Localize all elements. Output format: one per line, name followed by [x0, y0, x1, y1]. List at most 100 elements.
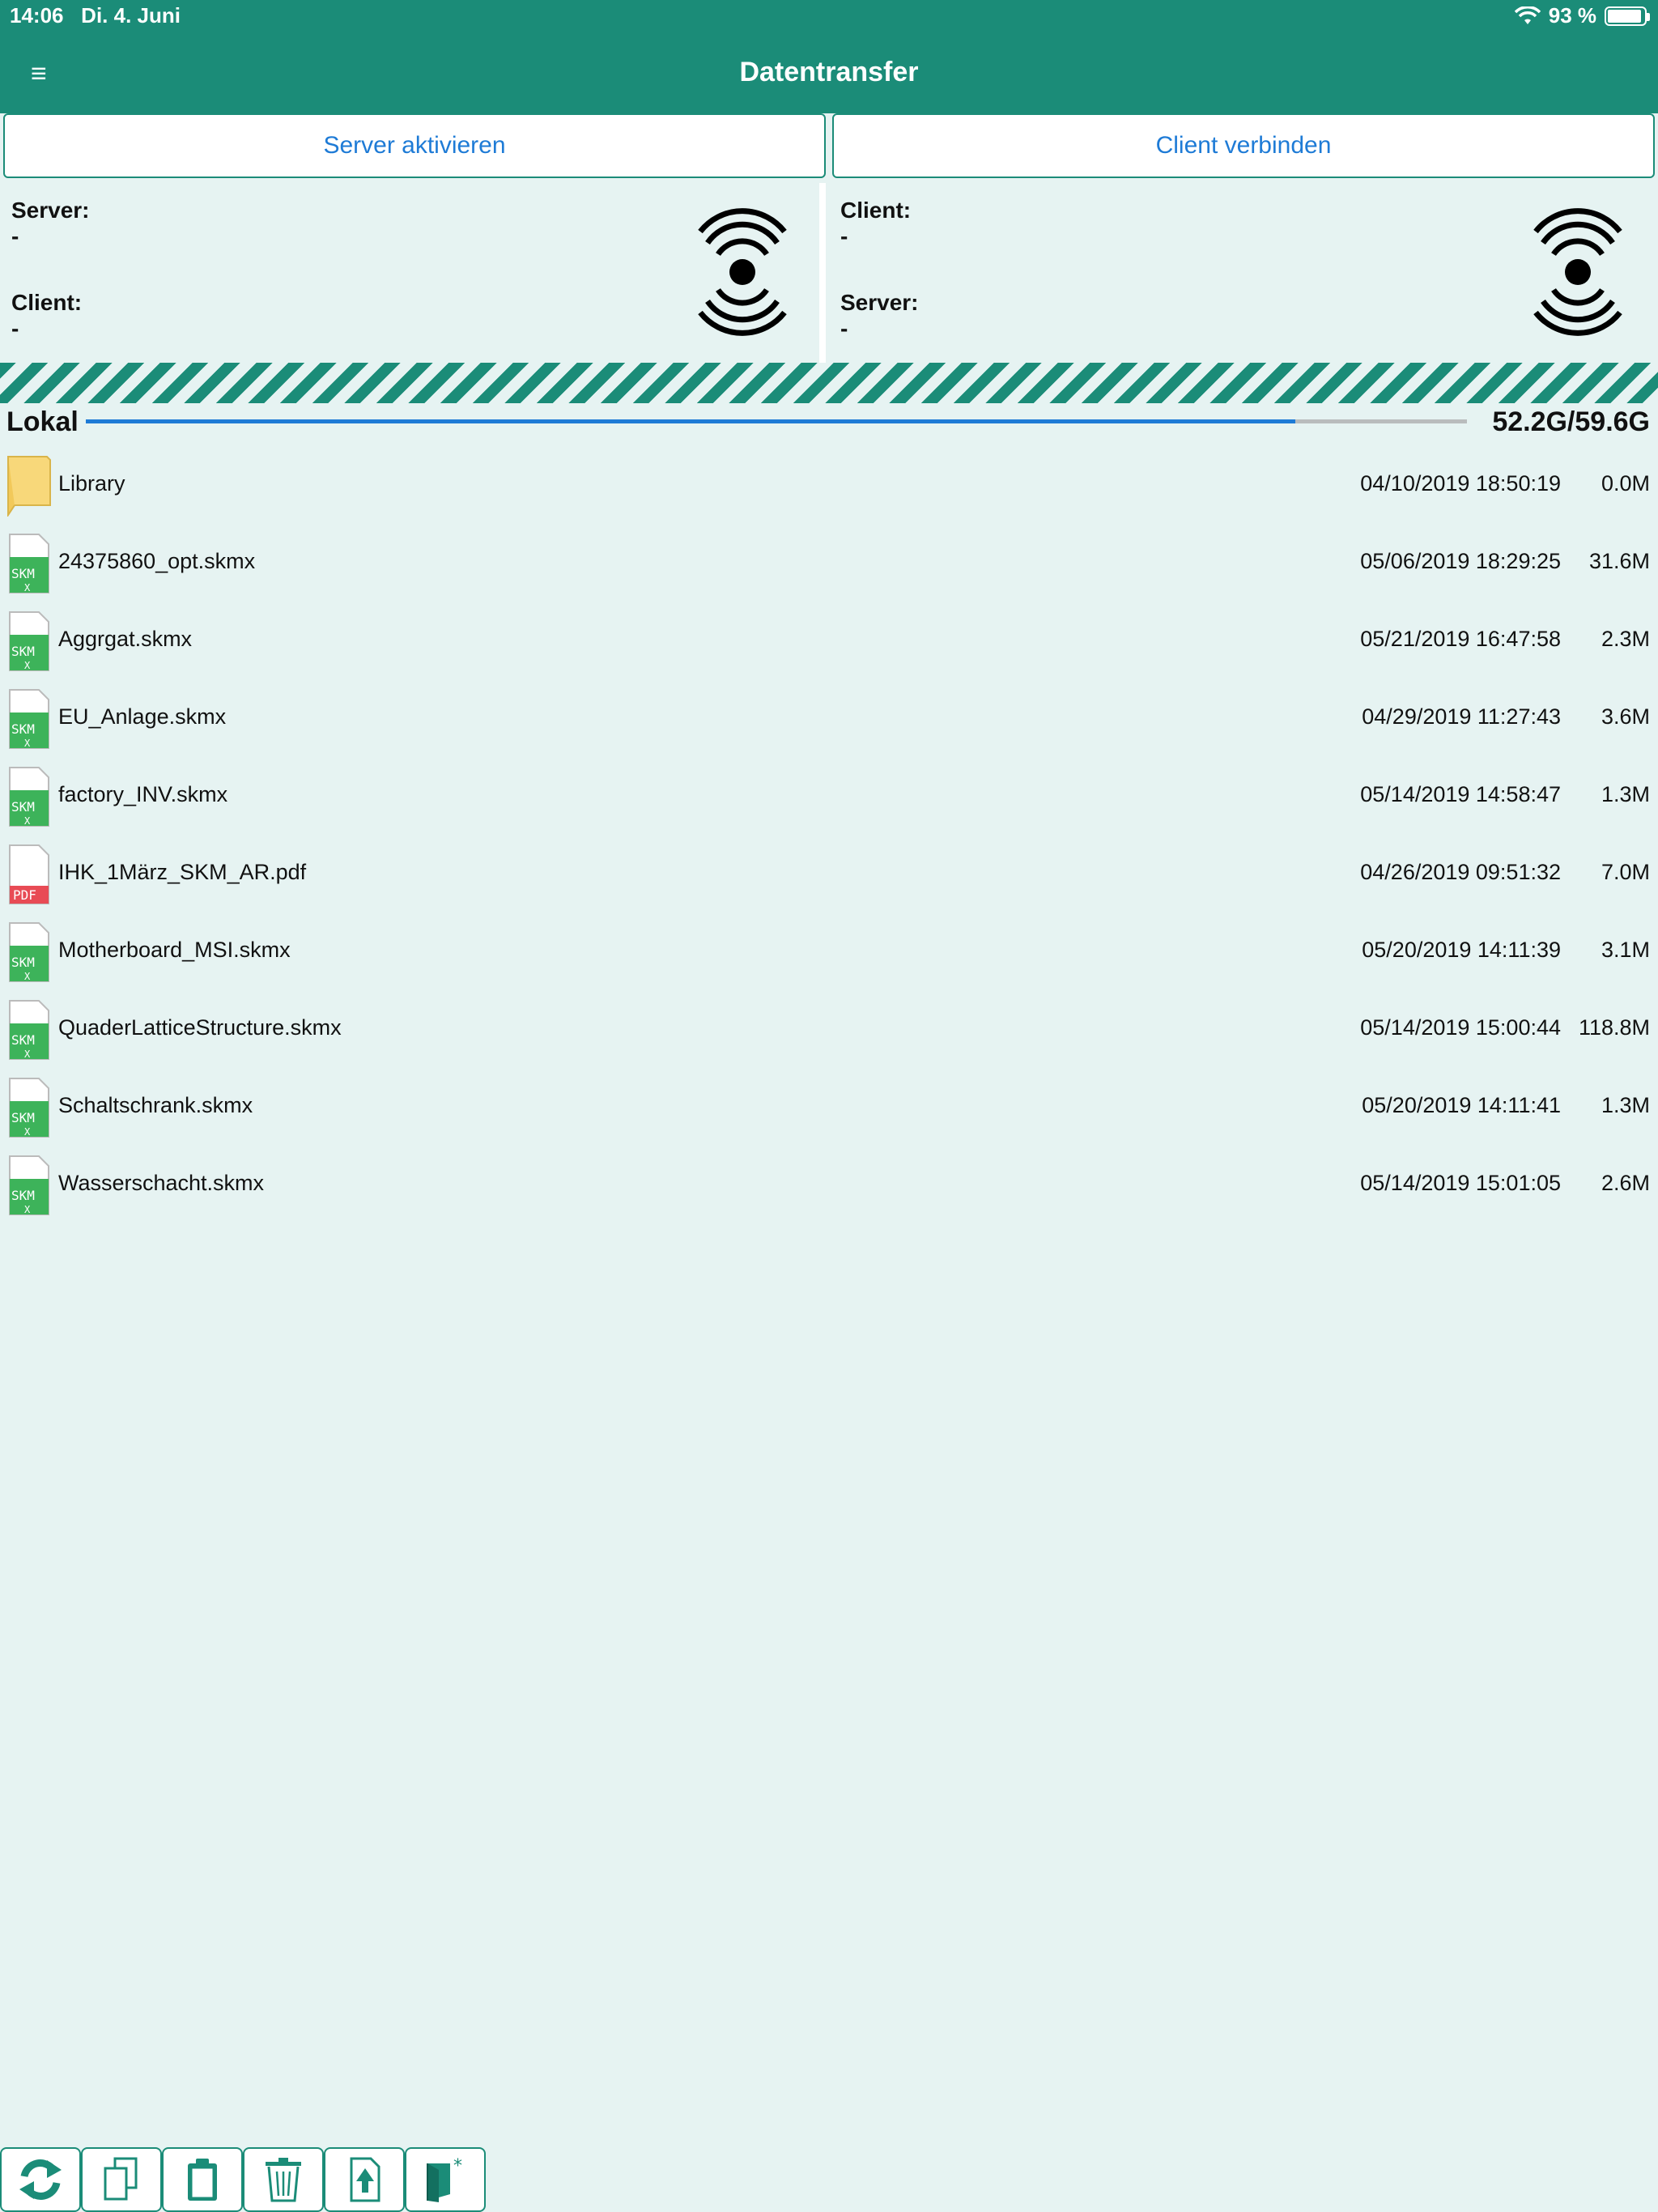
file-date: 05/06/2019 18:29:25: [1360, 549, 1561, 573]
status-right: 93 %: [1514, 3, 1650, 28]
file-size: 31.6M: [1588, 549, 1650, 573]
file-size: 1.3M: [1601, 1093, 1650, 1117]
file-size: 118.8M: [1578, 1015, 1650, 1040]
bottom-toolbar: *: [0, 2147, 486, 2212]
file-date: 04/29/2019 11:27:43: [1362, 704, 1561, 729]
file-name: Motherboard_MSI.skmx: [58, 938, 291, 962]
storage-usage-fill: [86, 419, 1296, 423]
storage-label: Lokal: [6, 406, 79, 437]
refresh-icon: [19, 2159, 62, 2200]
skm-file-icon: SKMX: [9, 1078, 49, 1138]
paste-icon: [188, 2159, 217, 2201]
svg-text:SKM: SKM: [11, 644, 35, 659]
server-value: -: [840, 316, 848, 341]
svg-text:SKM: SKM: [11, 799, 35, 815]
page-title: Datentransfer: [739, 57, 919, 87]
file-row[interactable]: SKM X 24375860_opt.skmx 05/06/2019 18:29:25…: [0, 525, 1658, 602]
skm-file-icon: SKMX: [9, 922, 49, 982]
svg-text:SKM: SKM: [11, 955, 35, 970]
new-folder-button[interactable]: *: [405, 2147, 486, 2212]
file-row[interactable]: SKM X Aggrgat.skmx 05/21/2019 16:47:58 2.3M: [0, 602, 1658, 680]
file-row[interactable]: PDF IHK_1März_SKM_AR.pdf 04/26/2019 09:51:…: [0, 836, 1658, 913]
svg-text:SKM: SKM: [11, 721, 35, 737]
svg-text:X: X: [24, 660, 31, 671]
folder-row[interactable]: Library 04/10/2019 18:50:19 0.0M: [0, 447, 1658, 525]
server-info-panel: Server: - Client: -: [3, 183, 826, 363]
svg-text:X: X: [24, 582, 31, 593]
file-name: Library: [58, 471, 125, 496]
skm-file-icon: SKMX: [9, 689, 49, 749]
file-name: EU_Anlage.skmx: [58, 704, 227, 729]
file-name: Wasserschacht.skmx: [58, 1171, 265, 1195]
file-size: 1.3M: [1601, 782, 1650, 806]
file-date: 05/14/2019 14:58:47: [1360, 782, 1561, 806]
file-row[interactable]: SKM X EU_Anlage.skmx 04/29/2019 11:27:43 3.6…: [0, 680, 1658, 758]
svg-text:SKM: SKM: [11, 1110, 35, 1125]
svg-text:X: X: [24, 971, 31, 982]
file-size: 2.6M: [1601, 1171, 1650, 1195]
server-label: Server:: [840, 290, 919, 315]
file-date: 05/14/2019 15:01:05: [1360, 1171, 1561, 1195]
svg-text:X: X: [24, 738, 31, 749]
file-name: 24375860_opt.skmx: [58, 549, 256, 573]
file-row[interactable]: SKM Xfactory_INV.skmx 05/14/2019 14:58:47 1…: [0, 758, 1658, 836]
file-name: IHK_1März_SKM_AR.pdf: [58, 860, 307, 884]
battery-percent: 93 %: [1548, 3, 1596, 28]
refresh-button[interactable]: [0, 2147, 81, 2212]
skm-file-icon: SKMX: [9, 534, 49, 593]
server-activate-button[interactable]: Server aktivieren: [3, 113, 826, 178]
folder-icon: [7, 456, 51, 517]
trash-icon: [266, 2158, 301, 2202]
client-label: Client:: [840, 198, 912, 223]
svg-text:X: X: [24, 1204, 31, 1215]
wifi-status-icon: [1514, 6, 1541, 24]
transfer-stripe-divider: [0, 363, 1658, 403]
app-header: 14:06 Di. 4. Juni 93 % ≡ Datentransfer: [0, 0, 1658, 113]
copy-icon: [104, 2157, 138, 2201]
client-connect-button[interactable]: Client verbinden: [832, 113, 1655, 178]
file-date: 05/20/2019 14:11:39: [1362, 938, 1561, 962]
client-info-panel: Client: - Server: -: [832, 183, 1655, 363]
client-value: -: [840, 223, 848, 249]
status-time-date: 14:06 Di. 4. Juni: [10, 3, 181, 28]
status-time: 14:06: [10, 3, 64, 28]
file-date: 05/20/2019 14:11:41: [1362, 1093, 1561, 1117]
svg-text:X: X: [24, 815, 31, 827]
paste-button[interactable]: [162, 2147, 243, 2212]
file-row[interactable]: SKM X QuaderLatticeStructure.skmx 05/14/201…: [0, 991, 1658, 1069]
server-value: -: [11, 223, 19, 249]
svg-text:*: *: [453, 2156, 462, 2176]
battery-fill: [1608, 9, 1641, 23]
svg-text:PDF: PDF: [13, 887, 36, 903]
svg-text:SKM: SKM: [11, 566, 35, 581]
skm-file-icon: SKMX: [9, 611, 49, 671]
file-name: Aggrgat.skmx: [58, 627, 193, 651]
copy-button[interactable]: [81, 2147, 162, 2212]
file-size: 0.0M: [1601, 471, 1650, 496]
file-name: QuaderLatticeStructure.skmx: [58, 1015, 342, 1040]
storage-usage-bar: [86, 419, 1467, 423]
pdf-file-icon: PDF: [9, 844, 49, 904]
svg-text:SKM: SKM: [11, 1188, 35, 1203]
file-size: 2.3M: [1601, 627, 1650, 651]
file-name: factory_INV.skmx: [58, 782, 228, 806]
svg-text:X: X: [24, 1049, 31, 1060]
file-row[interactable]: SKM X Schaltschrank.skmx 05/20/2019 14:11:4…: [0, 1069, 1658, 1146]
client-label: Client:: [11, 290, 83, 315]
new-folder-icon: *: [427, 2156, 462, 2202]
file-size: 3.1M: [1601, 938, 1650, 962]
battery-icon: [1605, 6, 1650, 26]
file-list: Library 04/10/2019 18:50:19 0.0M SKM X 243758…: [0, 447, 1658, 1224]
upload-button[interactable]: [324, 2147, 405, 2212]
svg-text:SKM: SKM: [11, 1032, 35, 1048]
delete-button[interactable]: [243, 2147, 324, 2212]
svg-text:X: X: [24, 1126, 31, 1138]
file-size: 3.6M: [1601, 704, 1650, 729]
file-date: 05/14/2019 15:00:44: [1360, 1015, 1561, 1040]
file-size: 7.0M: [1601, 860, 1650, 884]
storage-size: 52.2G/59.6G: [1492, 406, 1650, 437]
file-date: 05/21/2019 16:47:58: [1360, 627, 1561, 651]
server-label: Server:: [11, 198, 90, 223]
file-row[interactable]: SKM X Wasserschacht.skmx 05/14/2019 15:01:0…: [0, 1146, 1658, 1224]
file-row[interactable]: SKM X Motherboard_MSI.skmx 05/20/2019 14:11…: [0, 913, 1658, 991]
